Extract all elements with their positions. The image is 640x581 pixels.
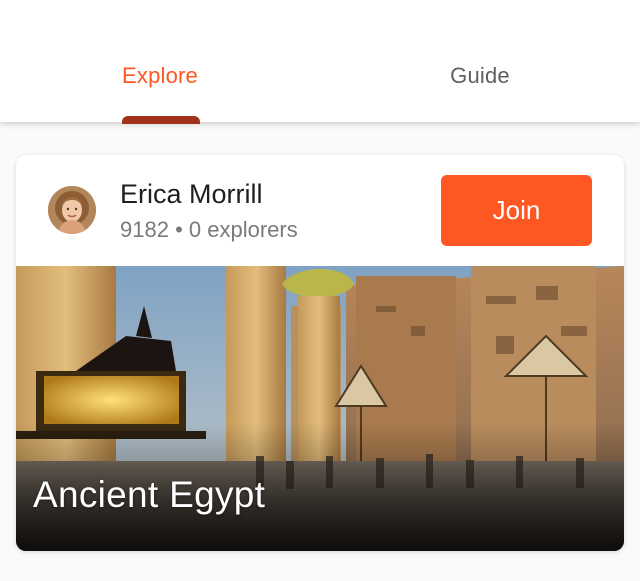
- avatar-photo-icon: [48, 186, 96, 234]
- card-meta: 9182 • 0 explorers: [120, 215, 298, 245]
- view-count: 9182: [120, 217, 169, 242]
- expedition-card[interactable]: Erica Morrill 9182 • 0 explorers Join An…: [16, 155, 624, 551]
- card-header: Erica Morrill 9182 • 0 explorers Join: [16, 155, 624, 266]
- tab-bar: Explore Guide: [0, 0, 640, 122]
- owner-name[interactable]: Erica Morrill: [120, 177, 263, 211]
- active-tab-indicator: [122, 116, 200, 124]
- meta-separator: •: [175, 217, 183, 242]
- hero-image[interactable]: Ancient Egypt: [16, 266, 624, 551]
- avatar[interactable]: [48, 186, 96, 234]
- join-button[interactable]: Join: [441, 175, 592, 246]
- tab-guide[interactable]: Guide: [320, 60, 640, 92]
- card-title: Ancient Egypt: [33, 474, 266, 515]
- tab-explore[interactable]: Explore: [0, 60, 320, 92]
- explorer-count: 0 explorers: [188, 217, 298, 242]
